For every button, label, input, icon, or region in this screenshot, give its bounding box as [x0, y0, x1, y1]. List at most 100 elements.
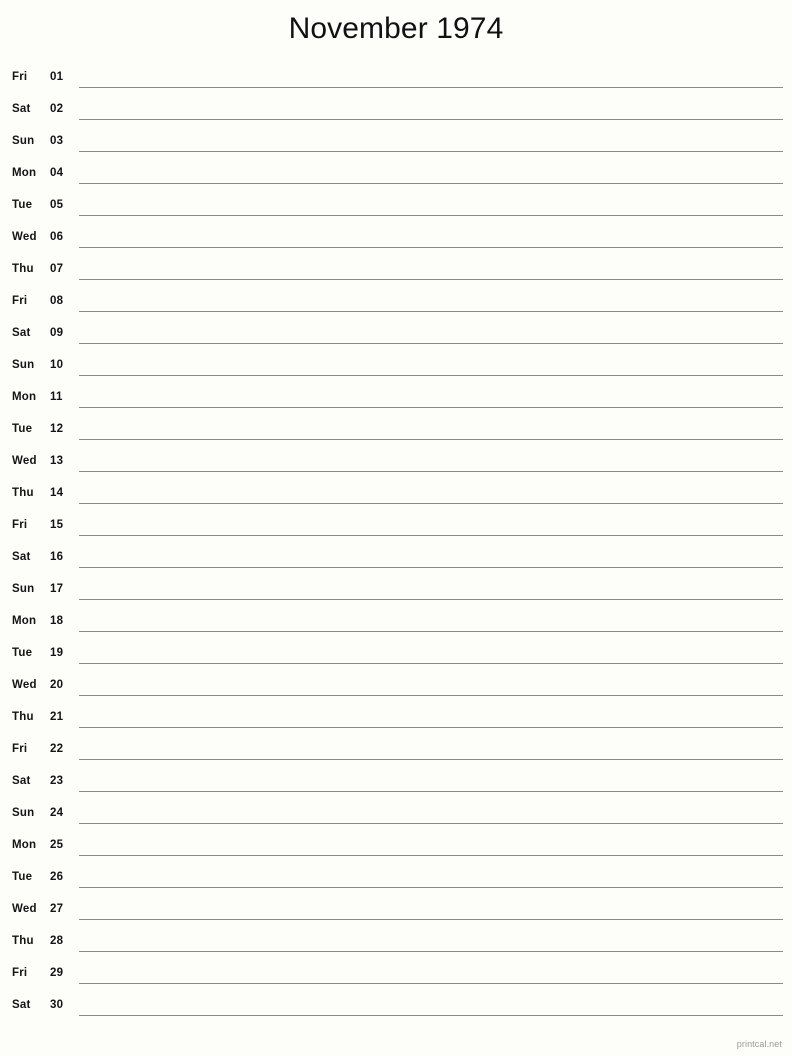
- writing-line[interactable]: [79, 407, 783, 408]
- writing-line[interactable]: [79, 599, 783, 600]
- calendar-page: November 1974 Fri 01 Sat 02 Sun 03 Mon 04 Tue 05 W…: [0, 0, 792, 1056]
- date-number: 24: [50, 807, 64, 819]
- date-number: 29: [50, 967, 64, 979]
- date-number: 15: [50, 519, 64, 531]
- day-row: Sat 16: [0, 544, 792, 576]
- writing-line[interactable]: [79, 151, 783, 152]
- date-number: 05: [50, 199, 64, 211]
- date-number: 28: [50, 935, 64, 947]
- writing-line[interactable]: [79, 375, 783, 376]
- date-number: 19: [50, 647, 64, 659]
- writing-line[interactable]: [79, 215, 783, 216]
- weekday-label: Mon: [12, 167, 37, 179]
- date-number: 07: [50, 263, 64, 275]
- writing-line[interactable]: [79, 471, 783, 472]
- day-row: Wed 27: [0, 896, 792, 928]
- weekday-label: Mon: [12, 391, 37, 403]
- weekday-label: Fri: [12, 71, 28, 83]
- day-row: Sun 10: [0, 352, 792, 384]
- day-row: Sun 24: [0, 800, 792, 832]
- date-number: 03: [50, 135, 64, 147]
- writing-line[interactable]: [79, 855, 783, 856]
- day-row: Mon 11: [0, 384, 792, 416]
- weekday-label: Sat: [12, 103, 31, 115]
- day-row: Sat 09: [0, 320, 792, 352]
- footer-brand: printcal.net: [736, 1039, 782, 1049]
- date-number: 14: [50, 487, 64, 499]
- writing-line[interactable]: [79, 247, 783, 248]
- day-row: Mon 04: [0, 160, 792, 192]
- weekday-label: Sat: [12, 327, 31, 339]
- date-number: 01: [50, 71, 64, 83]
- writing-line[interactable]: [79, 695, 783, 696]
- writing-line[interactable]: [79, 983, 783, 984]
- date-number: 11: [50, 391, 63, 403]
- writing-line[interactable]: [79, 87, 783, 88]
- writing-line[interactable]: [79, 791, 783, 792]
- date-number: 23: [50, 775, 64, 787]
- writing-line[interactable]: [79, 119, 783, 120]
- weekday-label: Thu: [12, 711, 34, 723]
- weekday-label: Wed: [12, 231, 37, 243]
- day-row: Thu 21: [0, 704, 792, 736]
- weekday-label: Sat: [12, 775, 31, 787]
- date-number: 25: [50, 839, 64, 851]
- writing-line[interactable]: [79, 631, 783, 632]
- day-row: Fri 08: [0, 288, 792, 320]
- date-number: 02: [50, 103, 64, 115]
- writing-line[interactable]: [79, 535, 783, 536]
- day-row: Thu 14: [0, 480, 792, 512]
- writing-line[interactable]: [79, 343, 783, 344]
- writing-line[interactable]: [79, 1015, 783, 1016]
- day-row: Wed 06: [0, 224, 792, 256]
- weekday-label: Tue: [12, 199, 33, 211]
- date-number: 18: [50, 615, 64, 627]
- weekday-label: Tue: [12, 647, 33, 659]
- weekday-label: Thu: [12, 487, 34, 499]
- date-number: 27: [50, 903, 64, 915]
- writing-line[interactable]: [79, 887, 783, 888]
- writing-line[interactable]: [79, 919, 783, 920]
- weekday-label: Tue: [12, 423, 33, 435]
- writing-line[interactable]: [79, 279, 783, 280]
- day-row: Wed 13: [0, 448, 792, 480]
- writing-line[interactable]: [79, 183, 783, 184]
- day-row: Tue 19: [0, 640, 792, 672]
- date-number: 17: [50, 583, 64, 595]
- weekday-label: Sat: [12, 551, 31, 563]
- writing-line[interactable]: [79, 439, 783, 440]
- day-row: Thu 07: [0, 256, 792, 288]
- writing-line[interactable]: [79, 567, 783, 568]
- writing-line[interactable]: [79, 663, 783, 664]
- day-row: Tue 26: [0, 864, 792, 896]
- day-row: Fri 15: [0, 512, 792, 544]
- day-row: Sun 03: [0, 128, 792, 160]
- writing-line[interactable]: [79, 759, 783, 760]
- day-row: Sat 23: [0, 768, 792, 800]
- weekday-label: Sun: [12, 359, 35, 371]
- weekday-label: Sat: [12, 999, 31, 1011]
- day-row: Sat 30: [0, 992, 792, 1024]
- weekday-label: Sun: [12, 135, 35, 147]
- day-row: Tue 12: [0, 416, 792, 448]
- writing-line[interactable]: [79, 951, 783, 952]
- weekday-label: Wed: [12, 679, 37, 691]
- weekday-label: Fri: [12, 967, 28, 979]
- date-number: 10: [50, 359, 64, 371]
- day-row: Fri 29: [0, 960, 792, 992]
- date-number: 12: [50, 423, 64, 435]
- writing-line[interactable]: [79, 823, 783, 824]
- day-row: Mon 25: [0, 832, 792, 864]
- writing-line[interactable]: [79, 727, 783, 728]
- weekday-label: Wed: [12, 455, 37, 467]
- day-rows-list: Fri 01 Sat 02 Sun 03 Mon 04 Tue 05 Wed 06 Thu 07 Fri 08…: [0, 64, 792, 1024]
- date-number: 08: [50, 295, 64, 307]
- weekday-label: Wed: [12, 903, 37, 915]
- day-row: Tue 05: [0, 192, 792, 224]
- day-row: Thu 28: [0, 928, 792, 960]
- weekday-label: Tue: [12, 871, 33, 883]
- writing-line[interactable]: [79, 311, 783, 312]
- day-row: Fri 01: [0, 64, 792, 96]
- weekday-label: Mon: [12, 615, 37, 627]
- writing-line[interactable]: [79, 503, 783, 504]
